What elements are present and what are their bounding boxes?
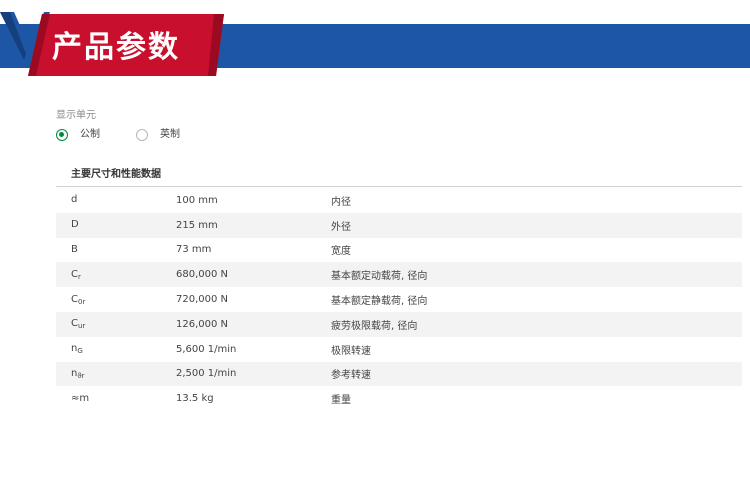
unit-radio-group: 公制 英制 xyxy=(56,127,216,143)
row-description: 内径 xyxy=(331,196,351,208)
table-row: D 215 mm 外径 xyxy=(56,212,742,238)
table-divider xyxy=(56,186,742,187)
row-symbol: C0r xyxy=(71,293,86,306)
table-row: d 100 mm 内径 xyxy=(56,188,742,213)
table-section-title: 主要尺寸和性能数据 xyxy=(71,169,161,180)
table-row: Cr 680,000 N 基本额定动载荷, 径向 xyxy=(56,262,742,288)
row-value: 126,000 N xyxy=(176,318,229,330)
radio-metric-label[interactable]: 公制 xyxy=(80,128,100,142)
row-value: 13.5 kg xyxy=(176,393,214,405)
unit-selector-label: 显示单元 xyxy=(56,110,96,121)
table-row: nG 5,600 1/min 极限转速 xyxy=(56,337,742,362)
radio-unchecked-icon[interactable] xyxy=(136,129,148,141)
header-banner: 产品参数 xyxy=(0,0,750,78)
row-symbol: nG xyxy=(71,343,83,356)
row-symbol: Cur xyxy=(71,318,86,331)
row-description: 参考转速 xyxy=(331,370,371,382)
row-symbol: ≈m xyxy=(71,392,90,404)
table-row: B 73 mm 宽度 xyxy=(56,238,742,263)
row-value: 720,000 N xyxy=(176,294,229,306)
row-symbol: nϑr xyxy=(71,367,85,380)
row-symbol: D xyxy=(71,219,79,231)
row-symbol: B xyxy=(71,243,78,255)
row-description: 极限转速 xyxy=(331,345,371,357)
row-value: 215 mm xyxy=(176,219,218,231)
row-symbol: Cr xyxy=(71,268,81,281)
radio-imperial[interactable]: 英制 xyxy=(136,128,180,142)
row-description: 外径 xyxy=(331,221,351,233)
radio-checked-icon[interactable] xyxy=(56,129,68,141)
row-symbol: d xyxy=(71,194,78,206)
row-description: 基本额定静载荷, 径向 xyxy=(331,296,428,308)
row-description: 重量 xyxy=(331,395,351,407)
table-row: Cur 126,000 N 疲劳极限载荷, 径向 xyxy=(56,311,742,337)
row-description: 疲劳极限载荷, 径向 xyxy=(331,320,418,332)
table-row: nϑr 2,500 1/min 参考转速 xyxy=(56,361,742,387)
specs-table: d 100 mm 内径 D 215 mm 外径 B 73 mm 宽度 Cr 68… xyxy=(56,188,742,411)
row-value: 100 mm xyxy=(176,194,218,206)
row-value: 73 mm xyxy=(176,244,212,256)
page-title: 产品参数 xyxy=(52,30,180,65)
radio-metric[interactable]: 公制 xyxy=(56,128,100,142)
row-value: 5,600 1/min xyxy=(176,343,237,355)
row-value: 680,000 N xyxy=(176,269,229,281)
row-description: 基本额定动载荷, 径向 xyxy=(331,271,428,283)
radio-imperial-label[interactable]: 英制 xyxy=(160,128,180,142)
table-row: C0r 720,000 N 基本额定静载荷, 径向 xyxy=(56,287,742,312)
table-row: ≈m 13.5 kg 重量 xyxy=(56,386,742,411)
row-value: 2,500 1/min xyxy=(176,368,237,380)
row-description: 宽度 xyxy=(331,246,351,258)
